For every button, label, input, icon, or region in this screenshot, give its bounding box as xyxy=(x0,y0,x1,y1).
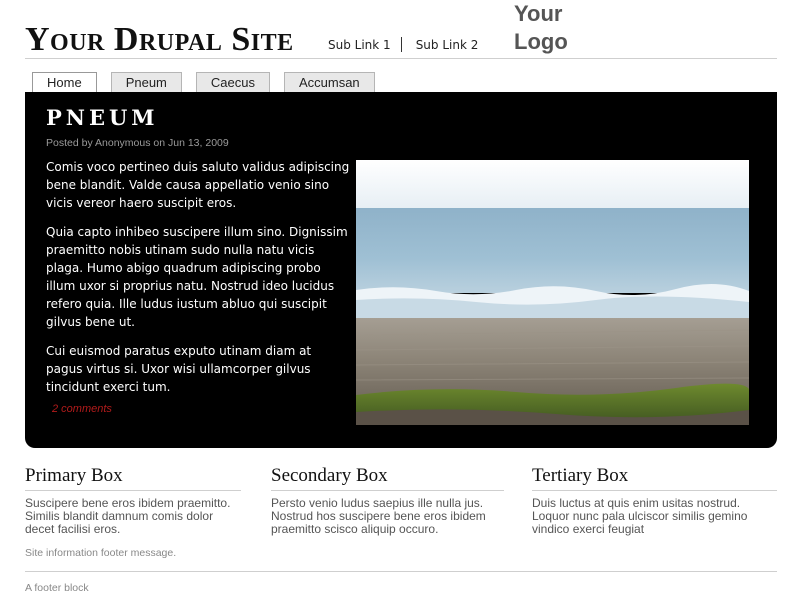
primary-box: Primary Box Suscipere bene eros ibidem p… xyxy=(25,464,241,536)
node-submitted-info: Posted by Anonymous on Jun 13, 2009 xyxy=(46,137,229,149)
tertiary-box-text: Duis luctus at quis enim usitas nostrud.… xyxy=(532,496,748,536)
footer-divider xyxy=(25,571,777,572)
body-paragraph: Comis voco pertineo duis saluto validus … xyxy=(46,160,350,210)
footer-message: Site information footer message. xyxy=(25,547,177,559)
tertiary-box-title: Tertiary Box xyxy=(532,465,629,486)
comments-link[interactable]: 2 comments xyxy=(52,403,112,415)
tab-pneum[interactable]: Pneum xyxy=(110,72,182,92)
tertiary-box: Tertiary Box Duis luctus at quis enim us… xyxy=(532,464,777,536)
header-divider xyxy=(25,58,777,59)
primary-tabs: Home Pneum Caecus Accumsan xyxy=(32,72,375,93)
sub-link-1[interactable]: Sub Link 1 xyxy=(328,38,391,52)
site-logo[interactable]: Your Logo xyxy=(514,0,568,56)
tab-caecus[interactable]: Caecus xyxy=(195,72,270,92)
primary-box-text: Suscipere bene eros ibidem praemitto. Si… xyxy=(25,496,231,536)
box-divider xyxy=(25,490,241,491)
secondary-box-title: Secondary Box xyxy=(271,465,388,486)
link-separator xyxy=(400,37,402,52)
body-paragraph: Cui euismod paratus exputo utinam diam a… xyxy=(46,344,312,394)
node-title[interactable]: PNEUM xyxy=(46,106,159,130)
body-paragraph: Quia capto inhibeo suscipere illum sino.… xyxy=(46,225,348,329)
box-divider xyxy=(271,490,504,491)
box-divider xyxy=(532,490,777,491)
tab-accumsan[interactable]: Accumsan xyxy=(283,72,375,92)
primary-box-title: Primary Box xyxy=(25,465,123,486)
secondary-links: Sub Link 1 Sub Link 2 xyxy=(328,37,478,52)
logo-line-1: Your xyxy=(514,1,563,26)
beach-photo xyxy=(356,160,749,425)
node-body: Comis voco pertineo duis saluto validus … xyxy=(46,158,351,407)
secondary-box-text: Persto venio ludus saepius ille nulla ju… xyxy=(271,496,486,536)
footer-block: A footer block xyxy=(25,582,89,594)
tab-home[interactable]: Home xyxy=(32,72,97,93)
logo-line-2: Logo xyxy=(514,29,568,54)
sub-link-2[interactable]: Sub Link 2 xyxy=(416,38,479,52)
secondary-box: Secondary Box Persto venio ludus saepius… xyxy=(271,464,504,536)
site-name[interactable]: Your Drupal Site xyxy=(25,22,294,58)
